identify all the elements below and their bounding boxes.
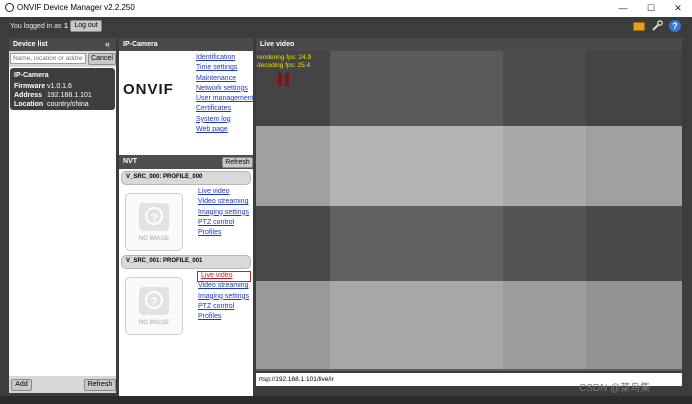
profile-imaging-settings-link[interactable]: Imaging settings — [198, 209, 252, 219]
test-pattern-cell — [330, 126, 503, 206]
test-pattern-cell — [503, 206, 586, 281]
test-pattern-cell — [330, 281, 503, 369]
question-mark-icon: ? — [145, 291, 163, 309]
test-pattern-cell — [503, 126, 586, 206]
nvt-title: NVT — [123, 158, 137, 165]
device-location-label: Location — [14, 101, 44, 108]
menu-certificates[interactable]: Certificates — [196, 105, 252, 115]
watermark: CSDN @菜鸟集 — [579, 383, 651, 394]
help-icon[interactable]: ? — [669, 20, 681, 32]
ip-camera-title: IP-Camera — [123, 41, 158, 48]
stream-url: rtsp://192.168.1.101/live/ir — [259, 376, 334, 383]
maximize-button[interactable]: ☐ — [641, 1, 661, 15]
close-button[interactable]: ✕ — [668, 1, 688, 15]
profile-profiles-link[interactable]: Profiles — [198, 313, 252, 323]
device-location-value: country/china — [47, 101, 89, 108]
menu-network-settings[interactable]: Network settings — [196, 85, 252, 95]
test-pattern-cell — [503, 51, 586, 126]
menu-system-log[interactable]: System log — [196, 116, 252, 126]
menu-time-settings[interactable]: Time settings — [196, 64, 252, 74]
test-pattern-cell — [586, 126, 682, 206]
test-pattern-cell — [256, 206, 330, 281]
nvt-header: NVT Refresh — [119, 155, 253, 169]
live-video-view[interactable]: rendering fps: 24.9 decoding fps: 25.4 — [256, 51, 682, 371]
live-video-header: Live video — [256, 38, 682, 51]
logout-button[interactable]: Log out — [70, 20, 102, 32]
search-cancel-button[interactable]: Cancel — [88, 53, 116, 65]
device-name: IP-Camera — [14, 72, 49, 79]
test-pattern-cell — [256, 281, 330, 369]
app-icon — [5, 3, 14, 12]
profile-live-video-link[interactable]: Live video — [198, 188, 252, 198]
title-bar: ONVIF Device Manager v2.2.250 — ☐ ✕ — [0, 0, 692, 17]
device-firmware-label: Firmware — [14, 83, 46, 90]
live-video-title: Live video — [260, 41, 295, 48]
test-pattern-cell — [586, 51, 682, 126]
add-device-button[interactable]: Add — [11, 379, 32, 391]
profile-thumbnail: ? NO IMAGE — [125, 277, 183, 335]
device-list-toolbar: Cancel — [9, 51, 116, 67]
ip-camera-header: IP-Camera — [119, 38, 253, 51]
profile-links: Live video Video streaming Imaging setti… — [198, 188, 252, 239]
profile-live-video-link[interactable]: Live video — [197, 270, 251, 283]
device-search-input[interactable] — [10, 53, 86, 64]
device-address-value: 192.168.1.101 — [47, 92, 92, 99]
settings-icon[interactable] — [651, 20, 663, 32]
profile-name: V_SRC_001: PROFILE_001 — [126, 258, 203, 264]
status-bar — [0, 396, 692, 404]
profile-ptz-control-link[interactable]: PTZ control — [198, 303, 252, 313]
test-pattern-cell — [586, 206, 682, 281]
device-address-label: Address — [14, 92, 43, 99]
device-list-header: Device list « — [9, 38, 116, 51]
logged-in-user: 1 — [64, 23, 68, 30]
refresh-devices-button[interactable]: Refresh — [84, 379, 116, 391]
onvif-logo: ONVIF — [123, 81, 174, 98]
test-pattern-cell — [330, 206, 503, 281]
logged-in-text: You logged in as — [10, 23, 62, 30]
device-list-title: Device list — [13, 41, 48, 48]
folder-icon[interactable] — [633, 22, 645, 31]
collapse-button[interactable]: « — [105, 39, 110, 49]
menu-web-page[interactable]: Web page — [196, 126, 252, 136]
profile-video-streaming-link[interactable]: Video streaming — [198, 282, 252, 292]
test-pattern-cell — [330, 51, 503, 126]
question-mark-icon: ? — [145, 207, 163, 225]
window-title: ONVIF Device Manager v2.2.250 — [17, 3, 135, 12]
decoding-fps: decoding fps: 25.4 — [257, 62, 311, 69]
test-pattern-cell — [503, 281, 586, 369]
ip-camera-panel: IP-Camera ONVIF Identification Time sett… — [119, 38, 254, 396]
profile-imaging-settings-link[interactable]: Imaging settings — [198, 293, 252, 303]
device-list-panel: Device list « Cancel IP-Camera Firmware … — [9, 38, 116, 393]
menu-user-management[interactable]: User management — [196, 95, 254, 105]
profile-links: Live video Video streaming Imaging setti… — [197, 270, 252, 323]
profile-video-streaming-link[interactable]: Video streaming — [198, 198, 252, 208]
nvt-refresh-button[interactable]: Refresh — [222, 157, 253, 168]
profile-profiles-link[interactable]: Profiles — [198, 229, 252, 239]
device-list-footer: Add Refresh — [9, 376, 116, 393]
profile-name: V_SRC_000: PROFILE_000 — [126, 174, 203, 180]
profile-thumbnail: ? NO IMAGE — [125, 193, 183, 251]
test-pattern-cell — [586, 281, 682, 369]
ip-camera-menu: Identification Time settings Maintenance… — [196, 54, 254, 136]
rendering-fps: rendering fps: 24.9 — [257, 54, 312, 61]
minimize-button[interactable]: — — [613, 1, 633, 15]
menu-maintenance[interactable]: Maintenance — [196, 75, 252, 85]
profile-ptz-control-link[interactable]: PTZ control — [198, 219, 252, 229]
device-firmware-value: v1.0.1.6 — [47, 83, 72, 90]
pause-icon[interactable] — [278, 73, 290, 86]
device-list-item[interactable]: IP-Camera Firmware v1.0.1.6 Address 192.… — [10, 68, 115, 110]
menu-identification[interactable]: Identification — [196, 54, 252, 64]
no-image-label: NO IMAGE — [138, 236, 170, 242]
profile-header: V_SRC_000: PROFILE_000 — [121, 171, 251, 185]
no-image-label: NO IMAGE — [138, 320, 170, 326]
profile-header: V_SRC_001: PROFILE_001 — [121, 255, 251, 269]
test-pattern-cell — [256, 126, 330, 206]
